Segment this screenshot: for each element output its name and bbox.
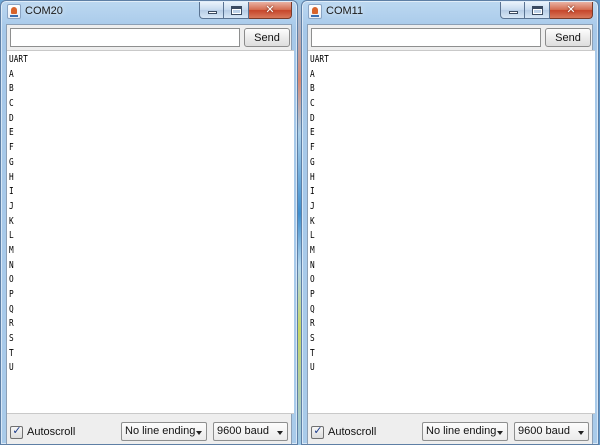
baud-rate-value: 9600 baud <box>518 425 570 437</box>
chevron-down-icon <box>196 431 202 435</box>
output-line: N <box>310 259 315 271</box>
line-ending-value: No line ending <box>125 425 196 437</box>
output-line: S <box>310 333 315 345</box>
send-button[interactable]: Send <box>545 28 591 47</box>
output-line: F <box>9 142 14 154</box>
output-line: H <box>9 171 14 183</box>
checkmark-icon: ✓ <box>313 423 323 437</box>
window-client-area: Send UART A B C D E F G H I J K L M N O P Q R S T U ✓ Autoscr… <box>307 24 595 445</box>
serial-monitor-window-com20: COM20 ✕ Send UART A B C D E F G H I J K L M N O P Q R S T U ✓… <box>0 0 298 445</box>
output-line: P <box>310 289 315 300</box>
autoscroll-toggle[interactable]: ✓ Autoscroll <box>311 423 377 439</box>
output-line: E <box>310 127 315 139</box>
output-line: G <box>310 156 315 168</box>
output-line: I <box>9 186 14 198</box>
output-line: Q <box>9 303 14 315</box>
output-line: C <box>310 98 315 110</box>
output-line: A <box>310 68 315 80</box>
autoscroll-label: Autoscroll <box>27 426 76 438</box>
output-line: F <box>310 142 315 154</box>
serial-input[interactable] <box>10 28 240 47</box>
serial-input[interactable] <box>311 28 541 47</box>
window-client-area: Send UART A B C D E F G H I J K L M N O P Q R S T U ✓ Autoscr… <box>6 24 294 445</box>
output-line: K <box>310 215 315 227</box>
maximize-button[interactable] <box>525 2 550 19</box>
output-line: U <box>310 362 315 374</box>
maximize-button[interactable] <box>224 2 249 19</box>
autoscroll-checkbox[interactable]: ✓ <box>311 423 324 439</box>
chevron-down-icon <box>578 431 584 435</box>
output-line: L <box>310 230 315 242</box>
output-line: B <box>9 83 14 95</box>
output-line: U <box>9 362 14 374</box>
output-line: L <box>9 230 14 242</box>
minimize-button[interactable] <box>199 2 224 19</box>
output-line: N <box>9 259 14 271</box>
output-line: O <box>9 274 14 286</box>
output-line: K <box>9 215 14 227</box>
checkmark-icon: ✓ <box>12 423 22 437</box>
line-ending-select[interactable]: No line ending <box>121 422 207 441</box>
output-line: M <box>9 244 14 256</box>
title-bar[interactable]: COM11 ✕ <box>302 1 598 23</box>
bottom-bar: ✓ Autoscroll No line ending 9600 baud <box>308 414 595 445</box>
output-line: T <box>310 347 315 359</box>
minimize-icon <box>509 11 518 14</box>
serial-output[interactable]: UART A B C D E F G H I J K L M N O P Q R S T U <box>7 50 294 414</box>
baud-rate-select[interactable]: 9600 baud <box>514 422 589 441</box>
output-line: P <box>9 289 14 300</box>
send-button[interactable]: Send <box>244 28 290 47</box>
send-row: Send <box>7 25 291 50</box>
output-line: J <box>310 200 315 212</box>
window-title: COM20 <box>25 5 63 17</box>
bottom-bar: ✓ Autoscroll No line ending 9600 baud <box>7 414 294 445</box>
output-line: A <box>9 68 14 80</box>
caption-buttons: ✕ <box>500 2 593 19</box>
output-line: H <box>310 171 315 183</box>
serial-monitor-window-com11: COM11 ✕ Send UART A B C D E F G H I J K L M N O P Q R S T U ✓… <box>301 0 599 445</box>
output-line: T <box>9 347 14 359</box>
chevron-down-icon <box>277 431 283 435</box>
output-line: S <box>9 333 14 345</box>
chevron-down-icon <box>497 431 503 435</box>
caption-buttons: ✕ <box>199 2 292 19</box>
baud-rate-select[interactable]: 9600 baud <box>213 422 288 441</box>
autoscroll-label: Autoscroll <box>328 426 377 438</box>
serial-output[interactable]: UART A B C D E F G H I J K L M N O P Q R S T U <box>308 50 595 414</box>
close-icon: ✕ <box>566 3 576 16</box>
autoscroll-checkbox[interactable]: ✓ <box>10 423 23 439</box>
window-title: COM11 <box>326 5 364 17</box>
output-line: D <box>310 112 315 124</box>
autoscroll-toggle[interactable]: ✓ Autoscroll <box>10 423 76 439</box>
output-line: J <box>9 200 14 212</box>
output-line: R <box>310 318 315 330</box>
close-button[interactable]: ✕ <box>550 2 593 19</box>
baud-rate-value: 9600 baud <box>217 425 269 437</box>
line-ending-value: No line ending <box>426 425 497 437</box>
minimize-button[interactable] <box>500 2 525 19</box>
minimize-icon <box>208 11 217 14</box>
output-line: R <box>9 318 14 330</box>
line-ending-select[interactable]: No line ending <box>422 422 508 441</box>
close-button[interactable]: ✕ <box>249 2 292 19</box>
output-line: M <box>310 244 315 256</box>
send-row: Send <box>308 25 592 50</box>
java-app-icon <box>7 4 21 19</box>
maximize-icon <box>231 6 242 15</box>
output-line: G <box>9 156 14 168</box>
output-line: C <box>9 98 14 110</box>
output-line: B <box>310 83 315 95</box>
output-line: UART <box>310 54 329 65</box>
title-bar[interactable]: COM20 ✕ <box>1 1 297 23</box>
output-line: O <box>310 274 315 286</box>
maximize-icon <box>532 6 543 15</box>
java-app-icon <box>308 4 322 19</box>
output-line: D <box>9 112 14 124</box>
output-line: E <box>9 127 14 139</box>
output-line: UART <box>9 54 28 65</box>
output-line: I <box>310 186 315 198</box>
close-icon: ✕ <box>265 3 275 16</box>
output-line: Q <box>310 303 315 315</box>
